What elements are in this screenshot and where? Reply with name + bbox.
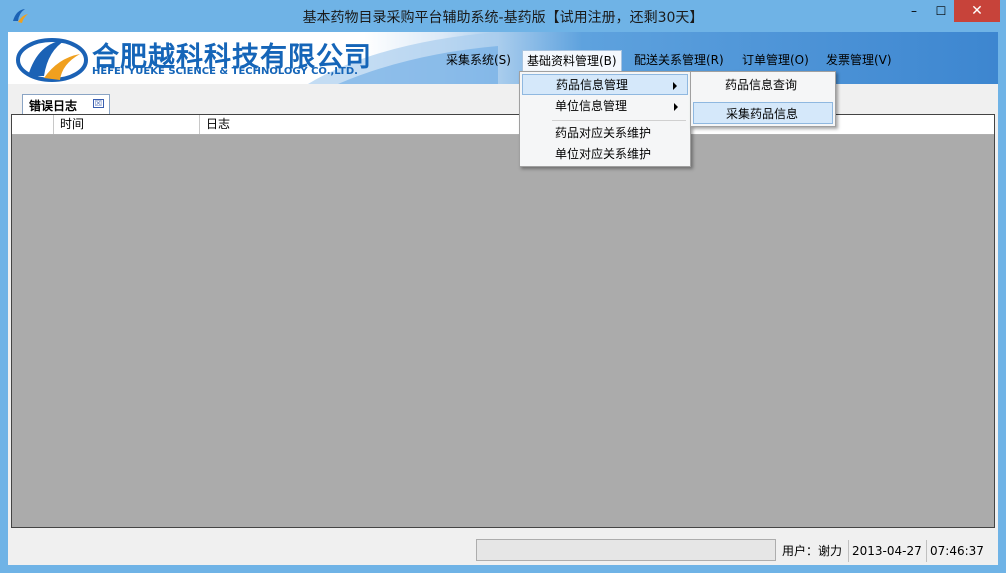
header-banner: 合肥越科科技有限公司 HEFEI YUEKE SCIENCE & TECHNOL… <box>8 32 998 84</box>
column-header-indicator[interactable] <box>12 115 54 134</box>
menu-item-unit-info[interactable]: 单位信息管理 <box>522 96 688 117</box>
menu-item-collect-drug-info[interactable]: 采集药品信息 <box>693 102 833 124</box>
column-header-time[interactable]: 时间 <box>54 115 200 134</box>
main-frame: 合肥越科科技有限公司 HEFEI YUEKE SCIENCE & TECHNOL… <box>8 32 998 565</box>
menu-item-unit-mapping[interactable]: 单位对应关系维护 <box>522 144 688 165</box>
menu-item-drug-mapping[interactable]: 药品对应关系维护 <box>522 123 688 144</box>
submenu-arrow-icon <box>674 103 678 111</box>
status-time: 07:46:37 <box>930 544 984 558</box>
window-title: 基本药物目录采购平台辅助系统-基药版【试用注册，还剩30天】 <box>302 10 704 26</box>
company-logo-icon <box>16 38 88 82</box>
status-bar: 用户：谢力 2013-04-27 07:46:37 <box>8 534 998 565</box>
title-bar[interactable]: 基本药物目录采购平台辅助系统-基药版【试用注册，还剩30天】 – ☐ ✕ <box>0 0 1006 32</box>
menu-invoices[interactable]: 发票管理(V) <box>822 50 896 72</box>
menu-item-drug-query[interactable]: 药品信息查询 <box>693 74 833 96</box>
drug-info-submenu: 药品信息查询 采集药品信息 <box>690 71 836 127</box>
basic-data-dropdown-menu: 药品信息管理 单位信息管理 药品对应关系维护 单位对应关系维护 <box>519 71 691 167</box>
tab-label: 错误日志 <box>29 99 78 113</box>
grid-header: 时间 日志 <box>12 115 994 135</box>
menu-item-label: 单位信息管理 <box>555 99 628 113</box>
log-grid[interactable]: 时间 日志 <box>11 114 995 528</box>
menu-orders[interactable]: 订单管理(O) <box>738 50 813 72</box>
status-divider <box>848 540 849 562</box>
submenu-arrow-icon <box>673 82 677 90</box>
menu-item-label: 药品信息管理 <box>556 78 629 92</box>
maximize-button[interactable]: ☐ <box>928 0 954 22</box>
company-name-en: HEFEI YUEKE SCIENCE & TECHNOLOGY CO.,LTD… <box>92 66 358 77</box>
status-date: 2013-04-27 <box>852 544 922 558</box>
tab-error-log[interactable]: 错误日志 ☒ <box>22 94 110 114</box>
status-user: 用户：谢力 <box>782 544 843 558</box>
tab-close-icon[interactable]: ☒ <box>93 99 104 108</box>
menu-collect-system[interactable]: 采集系统(S) <box>442 50 515 72</box>
status-divider <box>926 540 927 562</box>
menu-separator <box>552 120 686 121</box>
minimize-button[interactable]: – <box>900 0 928 22</box>
tab-strip: 错误日志 ☒ <box>8 94 998 114</box>
status-message-field <box>476 539 776 561</box>
close-button[interactable]: ✕ <box>954 0 1000 22</box>
menu-basic-data[interactable]: 基础资料管理(B) <box>522 50 622 72</box>
menu-item-drug-info[interactable]: 药品信息管理 <box>522 74 688 95</box>
menu-delivery-relations[interactable]: 配送关系管理(R) <box>630 50 728 72</box>
